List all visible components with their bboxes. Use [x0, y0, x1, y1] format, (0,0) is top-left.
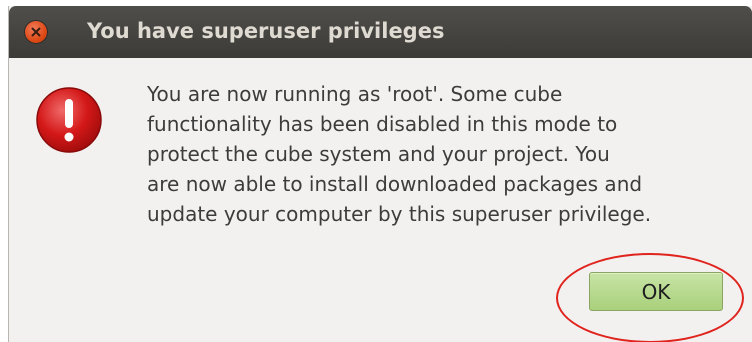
close-button[interactable]	[25, 21, 47, 43]
superuser-dialog: You have superuser privileges You are no…	[8, 6, 752, 342]
ok-button[interactable]: OK	[589, 272, 723, 311]
title-bar[interactable]: You have superuser privileges	[9, 6, 752, 58]
error-icon	[36, 87, 102, 153]
close-icon	[31, 27, 41, 37]
dialog-message: You are now running as 'root'. Some cube…	[147, 82, 652, 226]
dialog-title: You have superuser privileges	[87, 19, 445, 43]
